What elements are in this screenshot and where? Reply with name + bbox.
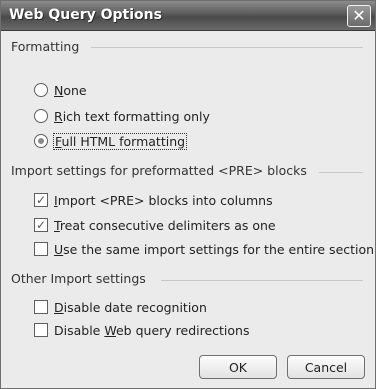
- radio-rich-text[interactable]: Rich text formatting only: [34, 107, 210, 125]
- dialog-title: Web Query Options: [9, 7, 162, 23]
- radio-button[interactable]: [34, 109, 48, 123]
- radio-button[interactable]: [34, 83, 48, 97]
- web-query-options-dialog: Web Query Options ✕ Formatting None Rich…: [0, 0, 376, 389]
- check-disable-date[interactable]: Disable date recognition: [34, 298, 207, 316]
- check-consecutive-delimiters-label: Treat consecutive delimiters as one: [54, 217, 276, 233]
- radio-full-html[interactable]: Full HTML formatting: [34, 132, 188, 150]
- ok-button[interactable]: OK: [199, 355, 277, 379]
- check-disable-redirections[interactable]: Disable Web query redirections: [34, 321, 250, 339]
- checkmark-icon: ✓: [35, 218, 47, 232]
- formatting-group-label: Formatting: [11, 39, 86, 54]
- checkbox[interactable]: [34, 300, 48, 314]
- check-import-pre[interactable]: ✓ Import <PRE> blocks into columns: [34, 191, 273, 209]
- other-settings-group-label: Other Import settings: [11, 271, 152, 286]
- checkbox[interactable]: ✓: [34, 193, 48, 207]
- formatting-divider: [91, 47, 363, 48]
- close-icon: ✕: [352, 6, 366, 25]
- pre-settings-group-label: Import settings for preformatted <PRE> b…: [11, 163, 313, 178]
- radio-none[interactable]: None: [34, 81, 87, 99]
- cancel-button[interactable]: Cancel: [287, 355, 365, 379]
- close-button[interactable]: ✕: [347, 5, 371, 27]
- check-disable-redirections-label: Disable Web query redirections: [54, 322, 250, 338]
- other-settings-divider: [161, 280, 363, 281]
- checkmark-icon: ✓: [35, 193, 47, 207]
- check-same-import-settings-label: Use the same import settings for the ent…: [54, 241, 375, 257]
- radio-full-html-label: Full HTML formatting: [52, 132, 188, 150]
- radio-rich-text-label: Rich text formatting only: [54, 108, 210, 124]
- pre-settings-divider: [319, 172, 363, 173]
- check-same-import-settings[interactable]: Use the same import settings for the ent…: [34, 240, 374, 258]
- check-consecutive-delimiters[interactable]: ✓ Treat consecutive delimiters as one: [34, 216, 276, 234]
- check-disable-date-label: Disable date recognition: [54, 299, 207, 315]
- checkbox[interactable]: [34, 323, 48, 337]
- checkbox[interactable]: ✓: [34, 218, 48, 232]
- title-bar[interactable]: Web Query Options ✕: [1, 1, 375, 31]
- check-import-pre-label: Import <PRE> blocks into columns: [54, 192, 273, 208]
- radio-button-selected[interactable]: [34, 134, 48, 148]
- checkbox[interactable]: [34, 242, 48, 256]
- radio-none-label: None: [54, 82, 87, 98]
